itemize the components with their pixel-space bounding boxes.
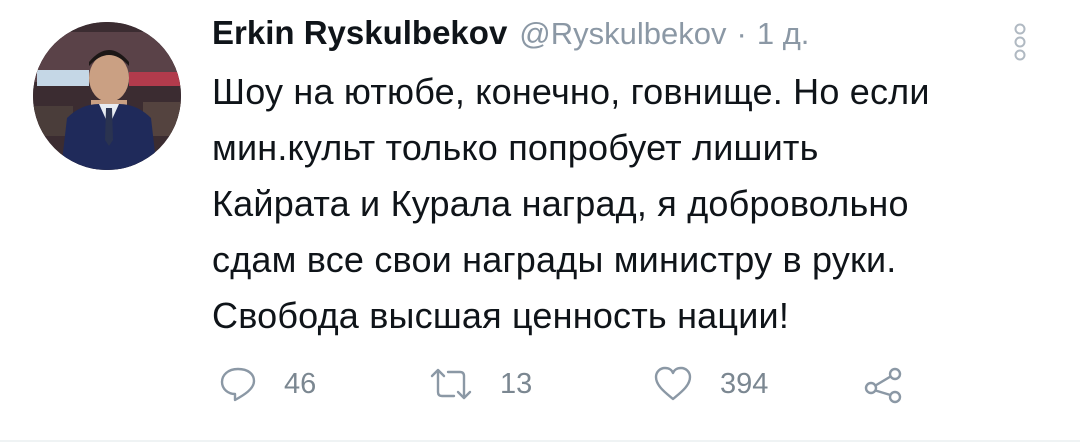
more-vertical-icon[interactable]	[1008, 22, 1032, 62]
reply-icon	[220, 367, 256, 402]
tweet-text-line: Шоу на ютюбе, конечно, говнище. Но если	[212, 71, 930, 112]
tweet-text-line: Свобода высшая ценность нации!	[212, 295, 790, 336]
retweet-count: 13	[500, 367, 533, 400]
timestamp[interactable]: 1 д.	[757, 16, 810, 52]
display-name[interactable]: Erkin Ryskulbekov	[212, 14, 507, 52]
tweet-header: Erkin Ryskulbekov @Ryskulbekov · 1 д.	[212, 14, 809, 66]
tweet-card[interactable]: Erkin Ryskulbekov @Ryskulbekov · 1 д. Шо…	[0, 0, 1080, 442]
tweet-text-line: сдам все свои награды министру в руки.	[212, 239, 897, 280]
user-handle[interactable]: @Ryskulbekov	[519, 16, 726, 52]
like-button[interactable]: 394	[652, 362, 768, 406]
tweet-text-line: мин.культ только попробует лишить	[212, 127, 819, 168]
tweet-text: Шоу на ютюбе, конечно, говнище. Но если …	[212, 64, 1052, 344]
share-icon	[864, 367, 902, 404]
share-button[interactable]	[862, 362, 906, 406]
avatar[interactable]	[33, 22, 181, 170]
retweet-button[interactable]: 13	[428, 362, 532, 406]
tweet-text-line: Кайрата и Курала наград, я добровольно	[212, 183, 909, 224]
separator-dot: ·	[736, 16, 747, 51]
tweet-actions: 46 13 394	[212, 362, 1032, 406]
heart-icon	[654, 366, 692, 401]
reply-count: 46	[284, 367, 317, 400]
retweet-icon	[430, 368, 472, 400]
like-count: 394	[720, 367, 769, 400]
avatar-photo-icon	[33, 22, 181, 170]
reply-button[interactable]: 46	[218, 362, 316, 406]
